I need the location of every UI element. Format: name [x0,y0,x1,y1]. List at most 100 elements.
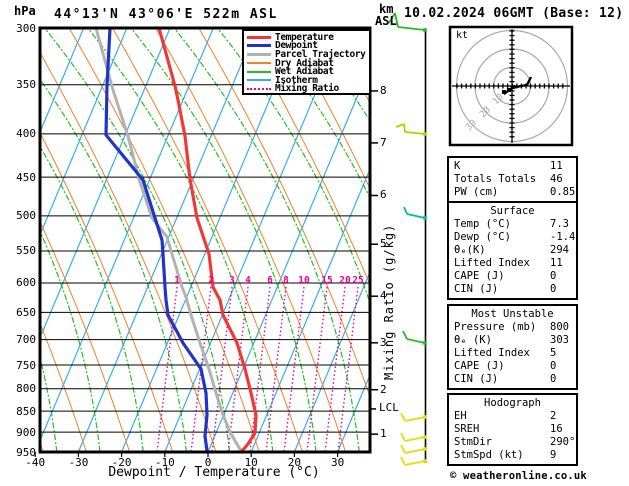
wind-barb-node [423,341,427,345]
hodograph-trace-dot [502,90,506,94]
wind-barb-segment [406,213,426,219]
stats-label: θₑ (K) [454,334,492,346]
wind-barb-node [423,459,427,463]
wind-barb-segment [404,131,426,135]
stats-row: StmSpd (kt) 9 [454,449,576,462]
stats-value: 2 [550,410,557,422]
legend-swatch [247,79,271,82]
stats-row: Dewp (°C) -1.4 [454,231,576,244]
stats-label: Totals Totals [454,173,537,185]
table-section-title: Surface [490,205,535,217]
pressure-tick-label: 400 [16,127,36,141]
stats-label: CIN (J) [454,373,499,385]
pressure-unit-label: hPa [14,4,36,18]
km-tick-label: 1 [380,427,387,441]
wind-barb-segment [404,416,426,422]
stats-label: Dewp (°C) [454,231,511,243]
altitude-unit-asl: ASL [375,14,397,28]
stats-row: EH 2 [454,410,576,423]
km-tick-label: 6 [380,188,387,202]
legend-swatch [247,52,271,56]
hodograph-trace-dot [507,88,511,92]
wind-barb-node [423,415,427,419]
hodograph: 102030 [448,25,574,147]
km-tick-label: 2 [380,382,387,396]
wind-barb-segment [400,412,406,422]
stats-row: StmDir 290° [454,436,576,449]
stats-row: θₑ (K) 303 [454,334,576,347]
temp-tick-label: 30 [330,456,345,469]
stats-row: PW (cm) 0.85 [454,186,576,199]
stats-row: θₑ(K) 294 [454,244,576,257]
wind-barb [402,330,427,345]
mixing-ratio-value-label: 3 [229,275,235,286]
stats-table: Most Unstable Pressure (mb) 800 θₑ (K) 303 Li… [447,304,578,390]
legend-swatch [247,70,271,73]
table-section-title: Hodograph [484,397,541,409]
wind-barb-segment [395,123,405,128]
stats-label: SREH [454,423,480,435]
stats-row: Temp (°C) 7.3 [454,218,576,231]
stats-label: Lifted Index [454,347,530,359]
stats-label: StmDir [454,436,492,448]
stats-label: CAPE (J) [454,360,505,372]
wind-barb-segment [404,460,426,466]
mixing-ratio-value-label: 15 [321,275,333,286]
wind-barb-node [423,28,427,32]
stats-row: K 11 [454,160,576,173]
stats-value: 11 [550,160,563,172]
mixing-ratio-value-label: 4 [245,275,251,286]
stats-label: CAPE (J) [454,270,505,282]
mixing-ratio-value-label: 10 [298,275,310,286]
hodograph-trace-dot [511,85,515,89]
mixing-ratio-value-label: 2 [208,275,214,286]
stats-table: Surface Temp (°C) 7.3 Dewp (°C) -1.4 θₑ(K) 294… [447,201,578,300]
table-section-title: Most Unstable [471,308,554,320]
stats-value: -1.4 [550,231,576,243]
wind-barb-node [423,132,427,136]
temp-tick-label: -40 [25,456,46,469]
wind-barb [400,432,427,442]
pressure-tick-label: 550 [16,244,36,258]
wind-barb-segment [404,436,426,442]
mixing-ratio-value-label: 25 [352,275,364,286]
pressure-tick-label: 900 [16,425,36,439]
wind-barb [400,456,427,466]
wind-barb-segment [403,123,406,133]
pressure-tick-label: 650 [16,305,36,319]
stats-value: 0 [550,270,557,282]
wind-barb-node [423,216,427,220]
stats-row: Lifted Index 11 [454,257,576,270]
legend-swatch [247,62,271,65]
stats-label: EH [454,410,467,422]
mixing-ratio-line [249,286,271,452]
pressure-tick-label: 750 [16,358,36,372]
mixing-ratio-value-label: 20 [339,275,351,286]
legend-swatch [247,87,271,90]
footer-credit: © weatheronline.co.uk [450,470,587,482]
legend: Temperature Dewpoint Parcel Trajectory Dry … [242,29,371,95]
chart-title: 44°13'N 43°06'E 522m ASL [54,7,278,22]
stats-row: CAPE (J) 0 [454,270,576,283]
stats-label: Pressure (mb) [454,321,537,333]
mixing-ratio-value-label: 8 [283,275,289,286]
pressure-tick-label: 450 [16,170,36,184]
stats-label: K [454,160,461,172]
stats-panel: K 11 Totals Totals 46 PW (cm) 0.85 Surface Temp… [447,156,578,466]
stats-row: Pressure (mb) 800 [454,321,576,334]
pressure-tick-label: 300 [16,21,36,35]
hodograph-unit-label: kt [456,30,469,41]
skewt-sounding-app: 10 20 30 hPa 44°13'N 43°06'E 522m ASL 10.0… [0,0,629,486]
legend-swatch [247,35,271,39]
pressure-tick-label: 350 [16,78,36,92]
temp-axis-title: Dewpoint / Temperature (°C) [108,465,320,480]
stats-row: Totals Totals 46 [454,173,576,186]
legend-item: Mixing Ratio [247,83,369,94]
mixing-ratio-line [265,286,287,452]
km-tick-label: 8 [380,83,387,97]
stats-row: SREH 16 [454,423,576,436]
stats-label: PW (cm) [454,186,499,198]
wind-barb-node [423,447,427,451]
mixing-ratio-value-label: 6 [267,275,273,286]
pressure-tick-label: 500 [16,209,36,223]
